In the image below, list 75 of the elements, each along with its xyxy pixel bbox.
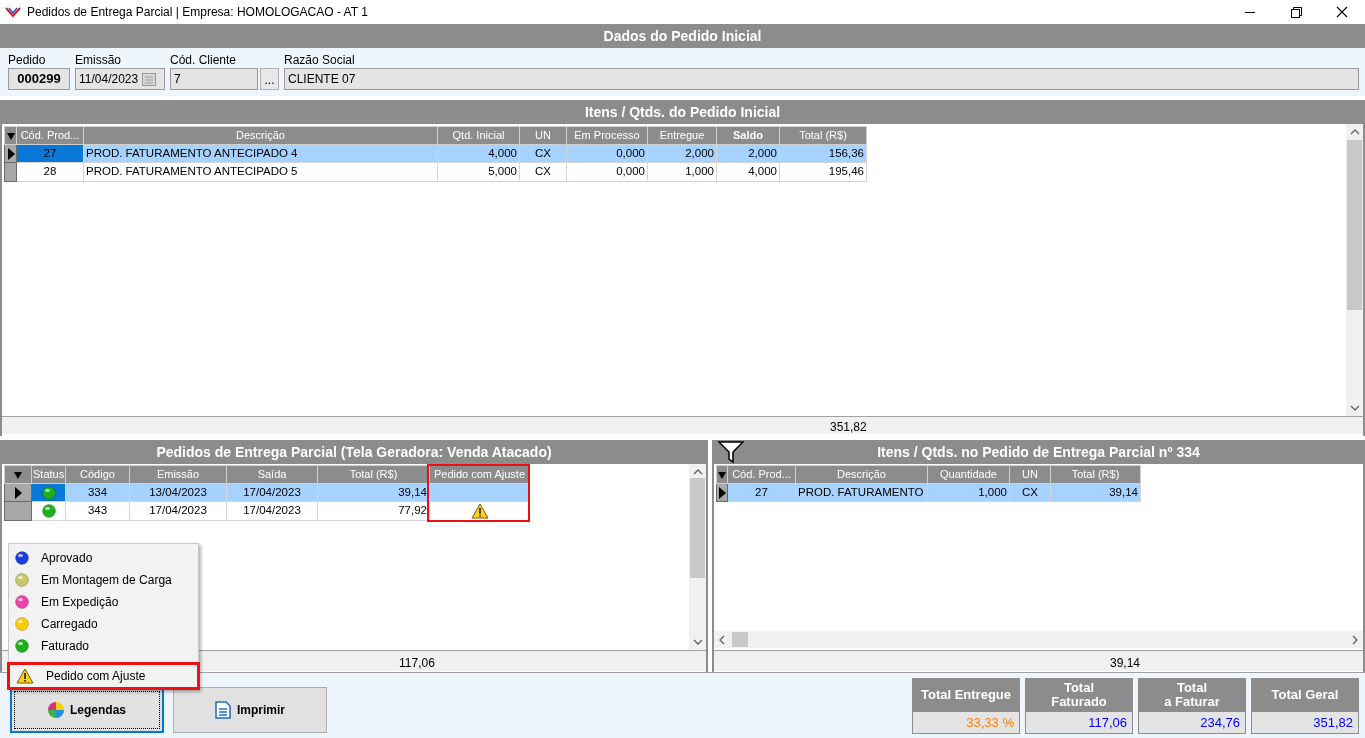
column-header[interactable]: UN	[519, 126, 567, 145]
column-header[interactable]: Qtd. Inicial	[437, 126, 520, 145]
total-field: 117,06	[1025, 711, 1133, 734]
action-button[interactable]: Legendas	[10, 687, 164, 733]
legend-item[interactable]: Pedido com Ajuste	[7, 662, 200, 690]
column-header[interactable]: Entregue	[647, 126, 717, 145]
vertical-scrollbar[interactable]	[1346, 124, 1363, 416]
total-label: Total Entregue	[912, 678, 1020, 711]
action-button[interactable]: Imprimir	[173, 687, 327, 733]
total-value: 39,14	[1110, 655, 1141, 672]
column-header[interactable]: Total (R$)	[1050, 465, 1141, 484]
column-header[interactable]: Quantidade	[927, 465, 1010, 484]
input-field[interactable]: 000299	[8, 68, 70, 90]
panel-title: Pedidos de Entrega Parcial (Tela Geradora: Venda Atacado)	[156, 442, 552, 462]
legend-item[interactable]: Carregado	[9, 613, 198, 635]
column-header[interactable]: Status	[31, 465, 66, 484]
row-pointer-icon	[6, 147, 15, 160]
column-header[interactable]: Total (R$)	[317, 465, 430, 484]
total-label: Total Faturado	[1025, 678, 1133, 711]
scroll-thumb[interactable]	[1347, 140, 1362, 310]
column-header[interactable]: Descrição	[83, 126, 438, 145]
total-field: 234,76	[1138, 711, 1246, 734]
app-logo-icon	[5, 6, 21, 18]
scroll-down-icon[interactable]	[1349, 404, 1360, 412]
total-label: Total Geral	[1251, 678, 1359, 711]
row-indicator[interactable]	[716, 483, 728, 502]
row-pointer-icon	[14, 486, 22, 499]
legend-item[interactable]: Em Montagem de Carga	[9, 569, 198, 591]
field-value: 11/04/2023	[79, 71, 139, 88]
input-field[interactable]: 7	[170, 68, 258, 90]
input-field[interactable]: CLIENTE 07	[284, 68, 1359, 90]
column-header[interactable]: Saldo	[716, 126, 780, 145]
total-value: 117,06	[399, 655, 435, 672]
scroll-up-icon[interactable]	[1349, 128, 1360, 136]
scroll-left-icon[interactable]	[718, 634, 726, 645]
warning-icon	[16, 668, 34, 684]
lookup-button[interactable]: ...	[260, 68, 279, 90]
warning-icon	[470, 502, 489, 519]
column-header[interactable]: UN	[1009, 465, 1051, 484]
panel-title: Itens / Qtds. no Pedido de Entrega Parcial nº 334	[877, 442, 1200, 462]
column-header[interactable]: Cód. Prod...	[16, 126, 84, 145]
column-header[interactable]: Descrição	[795, 465, 928, 484]
total-field: 351,82	[1251, 711, 1359, 734]
total-value: 351,82	[830, 419, 867, 436]
horizontal-scrollbar[interactable]	[714, 631, 1363, 648]
window-title: Pedidos de Entrega Parcial | Empresa: HOMOLOGACAO - AT 1	[27, 4, 368, 21]
scroll-thumb[interactable]	[690, 478, 705, 578]
sort-icon[interactable]	[5, 130, 16, 141]
scroll-down-icon[interactable]	[692, 638, 703, 646]
panel-title: Itens / Qtds. do Pedido Inicial	[584, 102, 781, 122]
row-pointer-icon	[718, 486, 726, 499]
date-field[interactable]: 11/04/2023	[75, 68, 165, 90]
vertical-scrollbar[interactable]	[689, 464, 706, 650]
column-header[interactable]: Saída	[226, 465, 318, 484]
column-header[interactable]: Total (R$)	[779, 126, 867, 145]
color-wheel-icon	[48, 702, 64, 718]
field-label: Pedido	[8, 52, 47, 68]
legend-item[interactable]: Faturado	[9, 635, 198, 657]
scroll-up-icon[interactable]	[692, 468, 703, 476]
total-label: Total a Faturar	[1138, 678, 1246, 711]
total-field: 33,33 %	[912, 711, 1020, 734]
column-header[interactable]: Emissão	[129, 465, 227, 484]
field-label: Razão Social	[284, 52, 356, 68]
sort-icon[interactable]	[13, 469, 23, 480]
column-header[interactable]: Cód. Prod...	[727, 465, 796, 484]
field-label: Cód. Cliente	[170, 52, 238, 68]
column-header[interactable]: Em Processo	[566, 126, 648, 145]
scroll-right-icon[interactable]	[1351, 634, 1359, 645]
legend-item[interactable]: Aprovado	[9, 547, 198, 569]
field-label: Emissão	[75, 52, 122, 68]
document-icon	[215, 701, 231, 719]
panel-title: Dados do Pedido Inicial	[603, 26, 762, 46]
scroll-thumb[interactable]	[732, 632, 748, 647]
legend-item[interactable]: Em Expedição	[9, 591, 198, 613]
column-header[interactable]: Código	[65, 465, 130, 484]
